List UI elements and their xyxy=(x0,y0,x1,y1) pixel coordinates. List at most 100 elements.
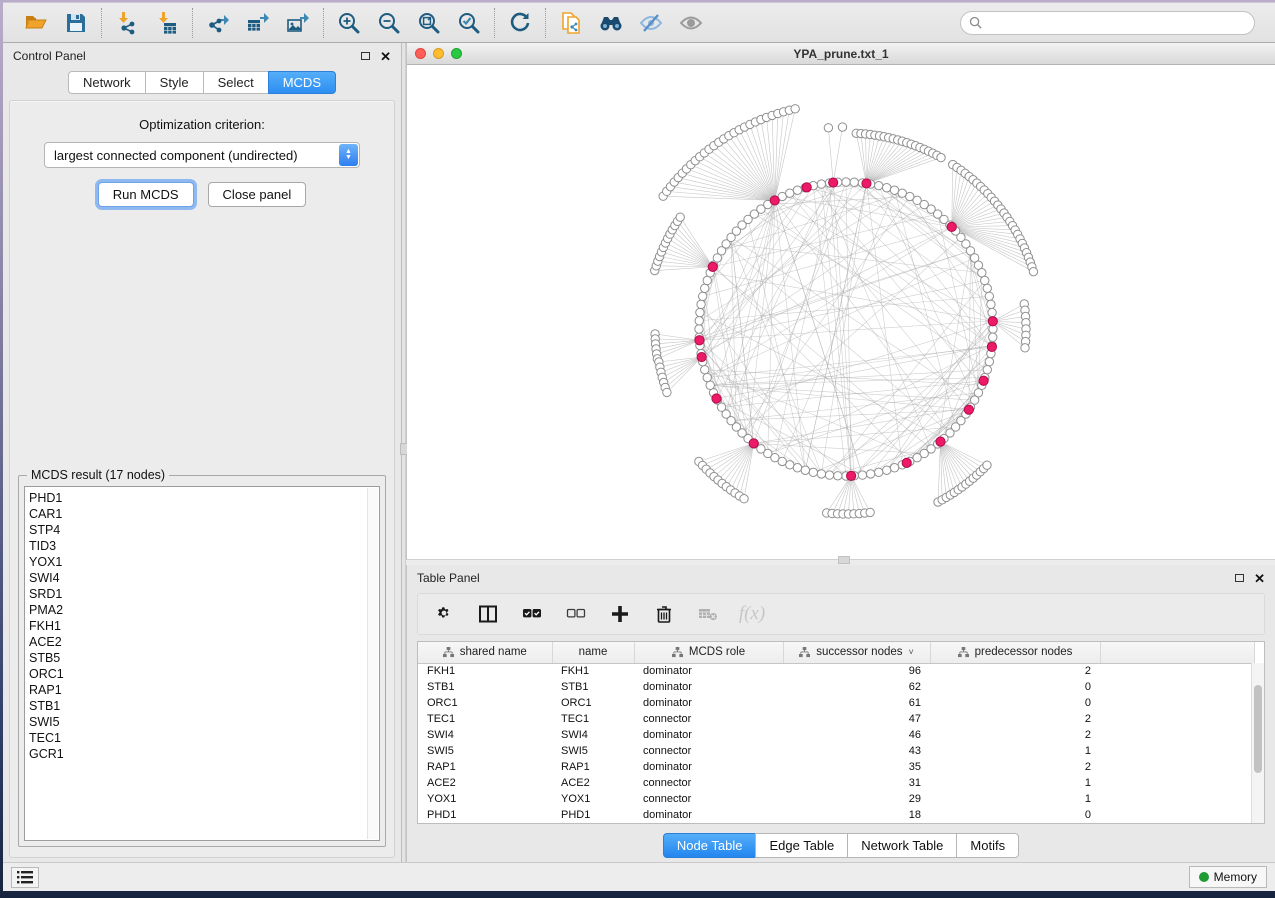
search-field[interactable] xyxy=(960,11,1255,35)
network-canvas[interactable] xyxy=(407,65,1275,559)
tab-mcds[interactable]: MCDS xyxy=(268,71,336,94)
result-node[interactable]: PMA2 xyxy=(29,602,379,618)
table-row[interactable]: ORC1ORC1dominator610 xyxy=(418,695,1254,711)
vertical-splitter[interactable] xyxy=(401,43,406,862)
result-node[interactable]: YOX1 xyxy=(29,554,379,570)
cell-mcds_role: dominator xyxy=(634,663,783,679)
window-maximize-icon[interactable] xyxy=(451,48,462,59)
result-node[interactable]: SWI5 xyxy=(29,714,379,730)
cell-predecessors: 2 xyxy=(930,711,1100,727)
delete-column-icon[interactable] xyxy=(652,602,676,626)
first-neighbors-icon[interactable] xyxy=(598,10,624,36)
result-node[interactable]: PHD1 xyxy=(29,490,379,506)
export-image-icon[interactable] xyxy=(285,10,311,36)
result-node[interactable]: FKH1 xyxy=(29,618,379,634)
table-row[interactable]: STB1STB1dominator620 xyxy=(418,679,1254,695)
import-table-icon[interactable] xyxy=(154,10,180,36)
deselect-all-rows-icon[interactable] xyxy=(564,602,588,626)
table-row[interactable]: TEC1TEC1connector472 xyxy=(418,711,1254,727)
table-scrollbar-thumb[interactable] xyxy=(1254,685,1262,773)
cell-shared_name: RAP1 xyxy=(418,759,552,775)
splitter-grip[interactable] xyxy=(838,556,850,564)
result-node[interactable]: GCR1 xyxy=(29,746,379,762)
tab-motifs[interactable]: Motifs xyxy=(956,833,1019,858)
control-panel-tabs: NetworkStyleSelectMCDS xyxy=(3,69,401,94)
result-list-scrollbar[interactable] xyxy=(367,488,378,839)
float-panel-icon[interactable] xyxy=(1235,572,1244,584)
node-table[interactable]: shared name name MCDS role successor nod… xyxy=(417,641,1265,824)
tab-select[interactable]: Select xyxy=(203,71,269,94)
mcds-result-title: MCDS result (17 nodes) xyxy=(27,468,169,482)
open-file-icon[interactable] xyxy=(23,10,49,36)
tab-edge-table[interactable]: Edge Table xyxy=(755,833,848,858)
result-node[interactable]: TEC1 xyxy=(29,730,379,746)
mcds-result-list[interactable]: PHD1CAR1STP4TID3YOX1SWI4SRD1PMA2FKH1ACE2… xyxy=(24,486,380,841)
cell-successors: 31 xyxy=(783,775,930,791)
table-row[interactable]: YOX1YOX1connector291 xyxy=(418,791,1254,807)
table-row[interactable]: ACE2ACE2connector311 xyxy=(418,775,1254,791)
column-header-mcds-role[interactable]: MCDS role xyxy=(634,642,783,663)
result-node[interactable]: ACE2 xyxy=(29,634,379,650)
close-panel-icon[interactable]: ✕ xyxy=(1254,572,1265,585)
task-history-button[interactable] xyxy=(11,867,39,888)
column-header-shared-name[interactable]: shared name xyxy=(418,642,552,663)
zoom-selected-icon[interactable] xyxy=(456,10,482,36)
save-session-icon[interactable] xyxy=(63,10,89,36)
table-row[interactable]: PHD1PHD1dominator180 xyxy=(418,807,1254,823)
refresh-icon[interactable] xyxy=(507,10,533,36)
cell-mcds_role: dominator xyxy=(634,695,783,711)
zoom-out-icon[interactable] xyxy=(376,10,402,36)
result-node[interactable]: RAP1 xyxy=(29,682,379,698)
optimization-criterion-select[interactable]: largest connected component (undirected)… xyxy=(44,142,360,168)
cell-predecessors: 1 xyxy=(930,791,1100,807)
network-graph[interactable] xyxy=(407,65,1275,559)
cell-shared_name: ACE2 xyxy=(418,775,552,791)
close-panel-icon[interactable]: ✕ xyxy=(380,50,391,63)
control-panel-title: Control Panel xyxy=(13,49,86,63)
search-input[interactable] xyxy=(987,16,1246,30)
result-node[interactable]: SRD1 xyxy=(29,586,379,602)
run-mcds-button[interactable]: Run MCDS xyxy=(98,182,194,207)
memory-button[interactable]: Memory xyxy=(1189,866,1267,888)
split-panel-icon[interactable] xyxy=(476,602,500,626)
export-network-icon[interactable] xyxy=(205,10,231,36)
table-row[interactable]: SWI4SWI4dominator462 xyxy=(418,727,1254,743)
table-row[interactable]: SWI5SWI5connector431 xyxy=(418,743,1254,759)
close-panel-button[interactable]: Close panel xyxy=(208,182,307,207)
result-node[interactable]: STP4 xyxy=(29,522,379,538)
column-header-name[interactable]: name xyxy=(552,642,634,663)
window-minimize-icon[interactable] xyxy=(433,48,444,59)
cell-mcds_role: dominator xyxy=(634,679,783,695)
float-panel-icon[interactable] xyxy=(361,50,370,62)
table-scrollbar[interactable] xyxy=(1251,663,1264,823)
clone-network-icon[interactable] xyxy=(558,10,584,36)
column-header-predecessor-nodes[interactable]: predecessor nodes xyxy=(930,642,1100,663)
result-node[interactable]: SWI4 xyxy=(29,570,379,586)
column-header-successor-nodes[interactable]: successor nodes˅ xyxy=(783,642,930,663)
import-network-icon[interactable] xyxy=(114,10,140,36)
hide-selected-icon[interactable] xyxy=(638,10,664,36)
show-all-icon[interactable] xyxy=(678,10,704,36)
zoom-fit-icon[interactable] xyxy=(416,10,442,36)
cell-filler xyxy=(1100,807,1254,823)
zoom-in-icon[interactable] xyxy=(336,10,362,36)
table-header-row: shared name name MCDS role successor nod… xyxy=(418,642,1254,663)
result-node[interactable]: ORC1 xyxy=(29,666,379,682)
table-row[interactable]: FKH1FKH1dominator962 xyxy=(418,663,1254,679)
result-node[interactable]: CAR1 xyxy=(29,506,379,522)
add-column-icon[interactable] xyxy=(608,602,632,626)
column-settings-icon[interactable] xyxy=(432,602,456,626)
select-all-rows-icon[interactable] xyxy=(520,602,544,626)
export-table-icon[interactable] xyxy=(245,10,271,36)
cell-predecessors: 2 xyxy=(930,727,1100,743)
window-close-icon[interactable] xyxy=(415,48,426,59)
horizontal-splitter[interactable] xyxy=(406,559,1275,565)
result-node[interactable]: STB5 xyxy=(29,650,379,666)
table-row[interactable]: RAP1RAP1dominator352 xyxy=(418,759,1254,775)
tab-style[interactable]: Style xyxy=(145,71,204,94)
tab-node-table[interactable]: Node Table xyxy=(663,833,757,858)
tab-network[interactable]: Network xyxy=(68,71,146,94)
tab-network-table[interactable]: Network Table xyxy=(847,833,957,858)
result-node[interactable]: TID3 xyxy=(29,538,379,554)
result-node[interactable]: STB1 xyxy=(29,698,379,714)
